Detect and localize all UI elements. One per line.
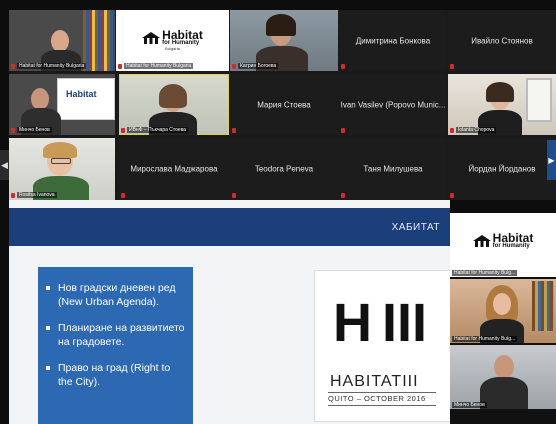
participant-name: Мария Стоева — [257, 100, 311, 109]
thumb-tile[interactable]: Habitat for Humanity Bulg... — [450, 279, 556, 343]
habitat3-h: H — [333, 293, 372, 353]
participant-head — [51, 30, 69, 52]
participant-tile[interactable]: Ивайло Стоянов — [448, 10, 556, 71]
habitat3-mark: H III — [333, 296, 427, 350]
mic-muted-icon — [11, 64, 15, 69]
bullet-item: Право на град (Right to the City). — [46, 361, 185, 389]
mic-muted-icon — [341, 128, 345, 133]
glasses — [51, 158, 71, 164]
participant-body — [480, 377, 528, 409]
participant-tile[interactable]: Rositsa Ivanova — [9, 138, 115, 200]
participant-tile[interactable]: Мария Стоева — [230, 74, 338, 135]
window-frame — [526, 78, 552, 122]
previous-page-button[interactable]: ◀ — [0, 150, 9, 180]
mic-muted-icon — [450, 193, 454, 198]
logo-subword: for Humanity — [492, 242, 530, 249]
thumb-tile[interactable]: Habitat for Humanity Habitat for Humanit… — [450, 213, 556, 277]
participant-tile[interactable]: Habitat for Humanity Bulgaria — [9, 10, 115, 71]
shared-screen: ХАБИТАТ Нов градски дневен ред (New Urba… — [9, 200, 450, 424]
thumb-name: Habitat for Humanity Bulg... — [452, 336, 518, 342]
participant-tile[interactable]: Iolanta Chopova — [448, 74, 556, 135]
mic-muted-icon — [341, 193, 345, 198]
participant-head — [31, 88, 49, 110]
participant-name: Rositsa Ivanova — [17, 192, 57, 198]
mic-muted-icon — [118, 64, 122, 69]
participant-name: Йордан Йорданов — [468, 164, 536, 174]
slide-header-title: ХАБИТАТ — [391, 222, 440, 233]
banner-word: Habitat — [66, 89, 97, 99]
participant-hair — [159, 84, 187, 108]
mic-muted-icon — [450, 128, 454, 133]
habitat-logo: Habitat for Humanity — [450, 213, 556, 269]
slide-bullet-panel: Нов градски дневен ред (New Urban Agenda… — [38, 267, 193, 424]
divider — [328, 405, 436, 406]
house-logo-icon — [472, 235, 491, 247]
mic-muted-icon — [232, 193, 236, 198]
participant-name: ИВнФ – Пъкчара Стоева — [127, 127, 189, 133]
thumb-name: Habitat for Humanity Bulg... — [452, 270, 518, 276]
habitat3-subtitle: QUITO – OCTOBER 2016 — [328, 394, 426, 403]
mic-muted-icon — [232, 64, 236, 69]
bullet-item: Нов градски дневен ред (New Urban Agenda… — [46, 281, 185, 309]
participant-tile[interactable]: Катрин Богоева — [230, 10, 338, 71]
participant-name: Таня Милушева — [363, 164, 423, 174]
participant-name: Ивайло Стоянов — [471, 36, 533, 45]
participant-name: Teodora Peneva — [254, 164, 314, 174]
participant-tile[interactable]: Habitat Минчо Бенов — [9, 74, 115, 135]
habitat3-roman: III — [382, 293, 428, 353]
bookshelf — [532, 281, 554, 331]
bullet-list: Нов градски дневен ред (New Urban Agenda… — [38, 267, 193, 389]
participant-name: Iolanta Chopova — [456, 127, 497, 133]
participant-tile[interactable]: Мирослава Маджарова — [119, 138, 229, 200]
speaker-thumbnails: Habitat for Humanity Habitat for Humanit… — [450, 213, 556, 424]
mic-muted-icon — [341, 64, 345, 69]
chevron-left-icon: ◀ — [1, 159, 8, 170]
mic-muted-icon — [121, 193, 125, 198]
bullet-item: Планиране на развитието на градовете. — [46, 322, 185, 348]
participant-face — [493, 293, 511, 315]
logo-country: Bulgaria — [165, 46, 180, 52]
participant-name: Катрин Богоева — [238, 63, 279, 69]
participant-hair — [43, 142, 77, 158]
bookshelf — [83, 10, 113, 71]
mic-muted-icon — [11, 193, 15, 198]
mic-muted-icon — [450, 64, 454, 69]
habitat3-logo: H III HABITATIII QUITO – OCTOBER 2016 — [314, 270, 450, 422]
participant-name: Димитрина Бонкова — [355, 36, 431, 45]
habitat3-word: HABITATIII — [330, 373, 419, 390]
participant-head — [494, 355, 514, 379]
participant-tile[interactable]: Habitat for Humanity Bulgaria Habitat fo… — [116, 10, 229, 71]
participant-hair — [266, 14, 296, 36]
house-logo-icon — [142, 32, 161, 44]
next-page-button[interactable]: ▶ — [547, 140, 556, 180]
participant-tile[interactable]: Ivan Vasilev (Popovo Munic... — [339, 74, 447, 135]
mic-muted-icon — [121, 128, 125, 133]
habitat-logo: Habitat for Humanity Bulgaria — [116, 10, 229, 71]
habitat-banner: Habitat — [57, 78, 115, 120]
participant-tile[interactable]: Таня Милушева — [339, 138, 447, 200]
participant-gallery: Habitat for Humanity Bulgaria Habitat fo… — [9, 10, 556, 200]
divider — [328, 392, 436, 393]
participant-tile[interactable]: Димитрина Бонкова — [339, 10, 447, 71]
participant-name: Habitat for Humanity Bulgaria — [124, 63, 194, 69]
mic-muted-icon — [232, 128, 236, 133]
thumb-name: Минчо Бенов — [452, 402, 487, 408]
participant-name: Ivan Vasilev (Popovo Munic... — [340, 100, 446, 109]
participant-tile[interactable]: Йордан Йорданов — [448, 138, 556, 200]
participant-tile[interactable]: Teodora Peneva — [230, 138, 338, 200]
participant-tile-active[interactable]: ИВнФ – Пъкчара Стоева — [119, 74, 229, 135]
participant-name: Habitat for Humanity Bulgaria — [17, 63, 87, 69]
slide-header: ХАБИТАТ — [9, 208, 450, 246]
chevron-right-icon: ▶ — [548, 155, 555, 165]
thumb-tile[interactable]: Минчо Бенов — [450, 345, 556, 409]
mic-muted-icon — [11, 128, 15, 133]
participant-name: Мирослава Маджарова — [130, 164, 218, 174]
participant-name: Минчо Бенов — [17, 127, 52, 133]
participant-hair — [486, 82, 514, 102]
